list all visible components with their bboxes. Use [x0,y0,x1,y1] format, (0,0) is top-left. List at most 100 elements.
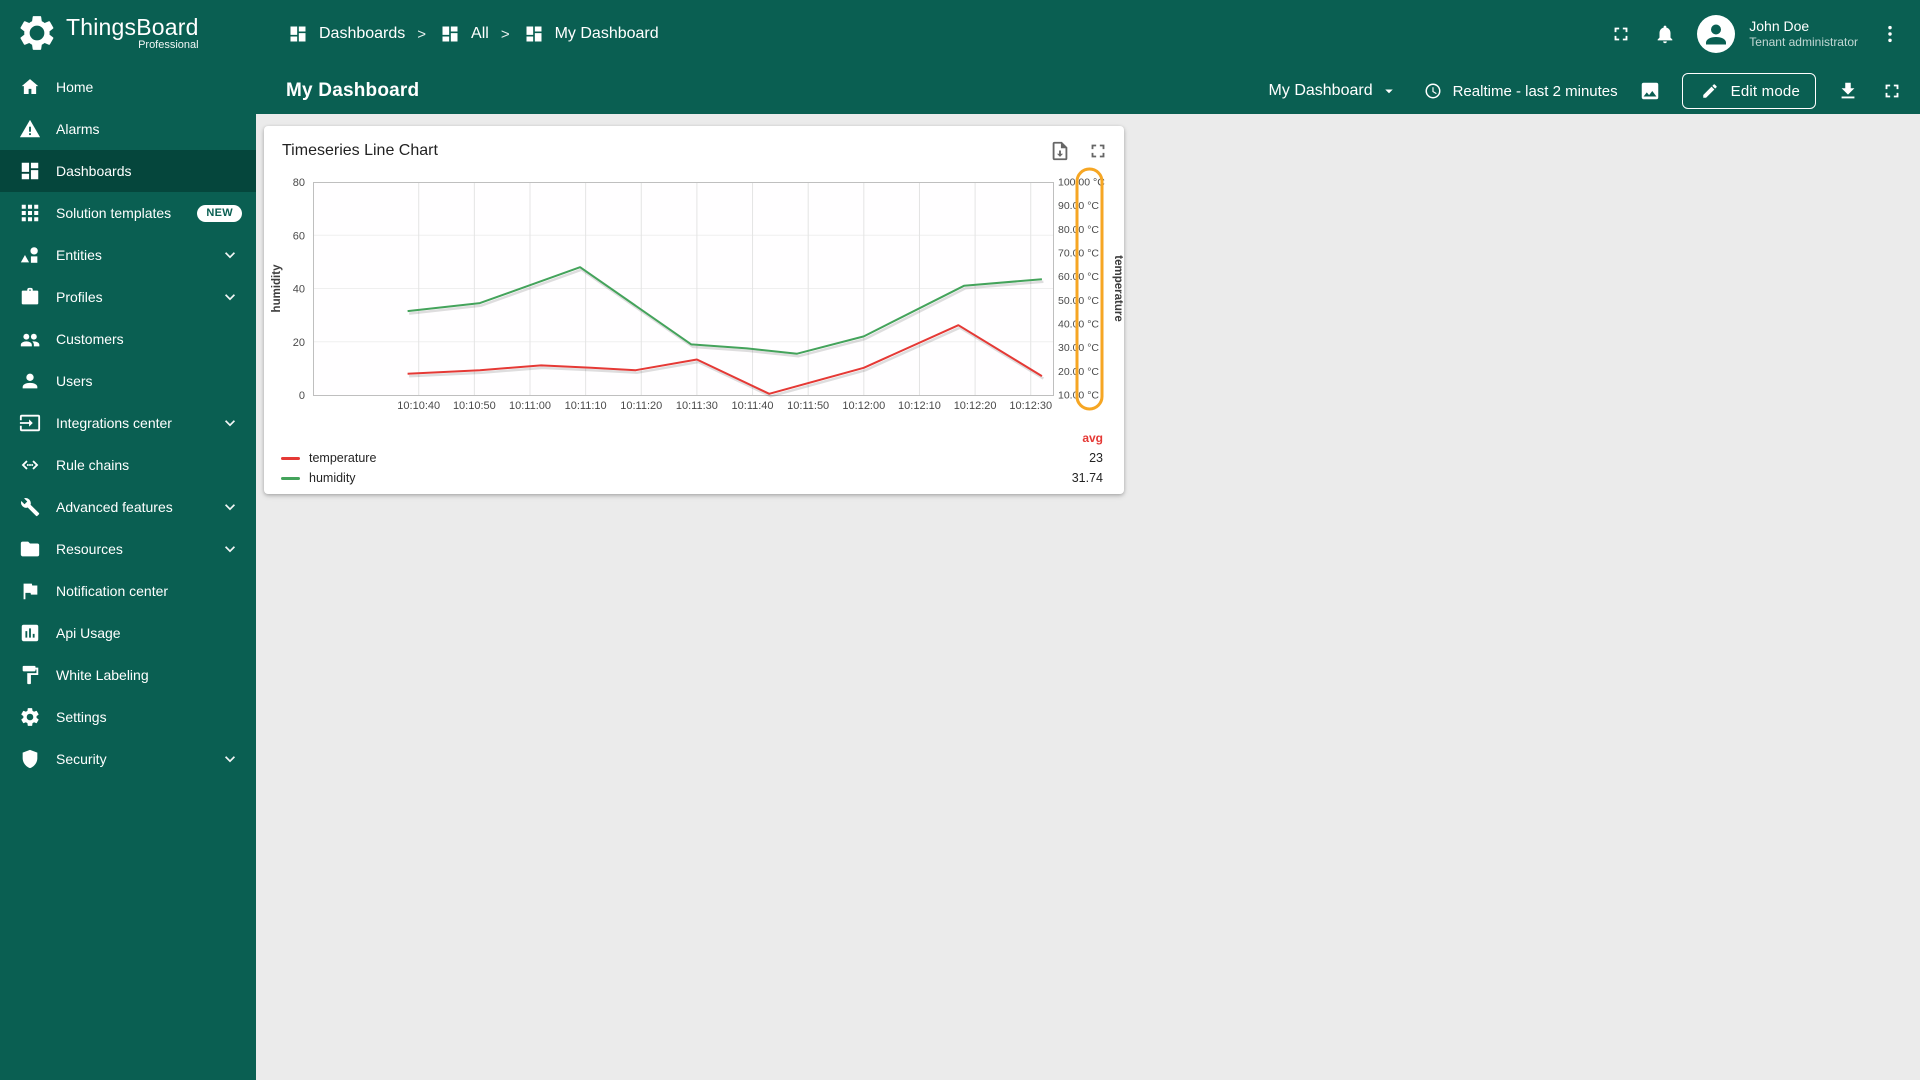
sidebar-item-alarms[interactable]: Alarms [0,108,256,150]
settings-icon [18,705,42,729]
sidebar-nav: Home Alarms Dashboards Solution templates NE… [0,66,256,780]
sidebar-item-label: Dashboards [56,163,132,179]
dashboards-icon [286,22,310,46]
x-axis-tick: 10:12:00 [842,400,885,412]
right-axis-tick: 70.00 °C [1058,248,1099,260]
sidebar-item-home[interactable]: Home [0,66,256,108]
breadcrumb-item[interactable]: Dashboards [286,22,405,46]
integrations-icon [18,411,42,435]
legend-swatch [281,477,300,480]
breadcrumb-item[interactable]: All [438,22,489,46]
line-chart[interactable]: 0 20 40 60 80 10:10:40 10:10:50 10:11:00 10:11:1… [264,163,1124,430]
sidebar-item-white-labeling[interactable]: White Labeling [0,654,256,696]
breadcrumb-item[interactable]: My Dashboard [522,22,659,46]
more-vert-icon[interactable] [1878,22,1902,46]
dashboard-image-icon[interactable] [1638,79,1662,103]
legend-label: humidity [309,471,356,485]
legend-label: temperature [309,451,377,465]
user-menu[interactable]: John Doe Tenant administrator [1749,18,1858,51]
breadcrumb-separator: > [500,25,510,43]
toolbar-fullscreen-icon[interactable] [1880,79,1904,103]
edit-mode-button[interactable]: Edit mode [1681,73,1816,109]
notifications-bell-icon[interactable] [1653,22,1677,46]
right-axis-tick: 20.00 °C [1058,366,1099,378]
chevron-down-icon [218,285,242,309]
legend-item-humidity[interactable]: humidity [281,470,1072,487]
dashboard-toolbar: My Dashboard My Dashboard Realtime - las… [256,68,1920,114]
timewindow-label: Realtime - last 2 minutes [1452,82,1618,100]
chevron-down-icon [218,747,242,771]
sidebar-item-profiles[interactable]: Profiles [0,276,256,318]
sidebar-item-resources[interactable]: Resources [0,528,256,570]
right-axis-tick: 50.00 °C [1058,295,1099,307]
app-logo[interactable]: ThingsBoard Professional [0,0,256,66]
x-axis-tick: 10:12:20 [954,400,997,412]
sidebar: ThingsBoard Professional Home Alarms Dashb… [0,0,256,1080]
x-axis-tick: 10:11:10 [565,400,607,412]
sidebar-item-users[interactable]: Users [0,360,256,402]
templates-icon [18,201,42,225]
chevron-down-icon [218,495,242,519]
chevron-down-icon [218,411,242,435]
sidebar-item-api-usage[interactable]: Api Usage [0,612,256,654]
widget-header: Timeseries Line Chart [264,126,1124,163]
toolbar-actions: My Dashboard Realtime - last 2 minutes E… [1269,73,1904,109]
dashboard-state-selector[interactable]: My Dashboard [1269,79,1401,103]
x-axis-tick: 10:10:40 [397,400,440,412]
timewindow-button[interactable]: Realtime - last 2 minutes [1421,79,1618,103]
resources-icon [18,537,42,561]
avatar[interactable] [1697,15,1736,53]
x-axis-tick: 10:11:20 [620,400,662,412]
whitelabel-icon [18,663,42,687]
chevron-down-icon [1377,79,1401,103]
edit-mode-label: Edit mode [1730,82,1800,100]
sidebar-item-label: Security [56,751,107,767]
sidebar-item-rule-chains[interactable]: Rule chains [0,444,256,486]
x-axis-tick: 10:12:30 [1009,400,1052,412]
x-axis-tick: 10:11:00 [509,400,551,412]
user-name: John Doe [1749,17,1810,34]
header-actions: John Doe Tenant administrator [1609,15,1902,53]
right-axis-title: temperature [1112,255,1124,321]
sidebar-item-settings[interactable]: Settings [0,696,256,738]
sidebar-item-label: White Labeling [56,667,149,683]
left-axis-title: humidity [271,264,283,313]
sidebar-item-integrations-center[interactable]: Integrations center [0,402,256,444]
download-icon[interactable] [1836,79,1860,103]
left-axis-tick: 20 [293,337,305,349]
left-axis-tick: 40 [293,284,305,296]
sidebar-item-solution-templates[interactable]: Solution templates NEW [0,192,256,234]
api-icon [18,621,42,645]
sidebar-item-security[interactable]: Security [0,738,256,780]
profiles-icon [18,285,42,309]
thingsboard-gear-logo-icon [16,12,58,54]
sidebar-item-label: Settings [56,709,107,725]
right-axis-tick: 90.00 °C [1058,200,1099,212]
x-axis-tick: 10:11:40 [732,400,774,412]
sidebar-item-dashboards[interactable]: Dashboards [0,150,256,192]
timeseries-widget[interactable]: Timeseries Line Chart 0 20 40 60 80 10:10:40 1… [264,126,1124,494]
sidebar-item-entities[interactable]: Entities [0,234,256,276]
x-axis-tick: 10:12:10 [898,400,941,412]
right-axis-tick: 30.00 °C [1058,342,1099,354]
widget-fullscreen-icon[interactable] [1086,139,1110,163]
clock-icon [1421,79,1445,103]
advanced-icon [18,495,42,519]
x-axis-tick: 10:11:50 [787,400,829,412]
top-header: Dashboards > All > My Dashboard John Doe Ten… [256,0,1920,68]
breadcrumb-separator: > [417,25,427,43]
legend-item-temperature[interactable]: temperature [281,450,1072,467]
sidebar-item-advanced-features[interactable]: Advanced features [0,486,256,528]
breadcrumb-label: All [471,25,489,42]
left-axis-tick: 80 [293,177,305,189]
entities-icon [18,243,42,267]
sidebar-item-customers[interactable]: Customers [0,318,256,360]
customers-icon [18,327,42,351]
fullscreen-icon[interactable] [1609,22,1633,46]
app-name: ThingsBoard [66,13,199,40]
security-icon [18,747,42,771]
export-widget-icon[interactable] [1048,139,1072,163]
breadcrumb: Dashboards > All > My Dashboard [286,22,659,46]
sidebar-item-label: Resources [56,541,123,557]
sidebar-item-notification-center[interactable]: Notification center [0,570,256,612]
